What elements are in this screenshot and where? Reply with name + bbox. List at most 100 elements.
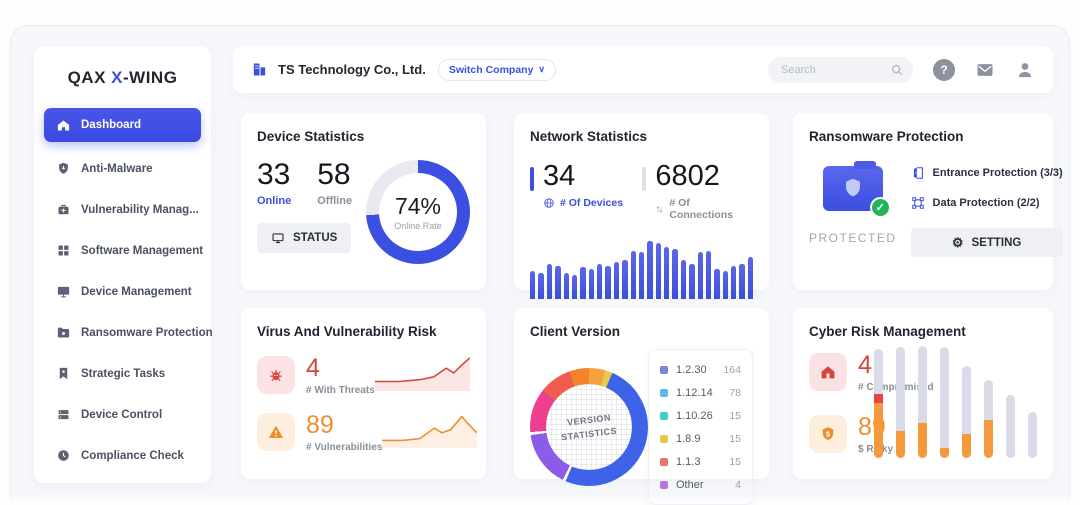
- bar: [597, 264, 602, 299]
- version-donut-center: VERSION STATISTICS: [546, 384, 632, 470]
- bar: [589, 269, 594, 299]
- shield-dollar-icon: $: [819, 425, 837, 443]
- threats-value: 4: [306, 354, 375, 383]
- stacked-bar: [984, 380, 993, 458]
- protected-label: PROTECTED: [809, 231, 897, 245]
- bar: [714, 269, 719, 299]
- legend-value: 78: [729, 387, 741, 399]
- vulnerabilities-sparkline: [382, 410, 477, 453]
- version-legend: 1.2.30 164 1.12.14 78 1.10.26 15 1.8.9151.1.31…: [648, 349, 753, 505]
- sidebar-item-device-control[interactable]: Device Control: [34, 394, 211, 435]
- stacked-bar: [896, 347, 905, 458]
- switch-company-label: Switch Company: [449, 64, 534, 76]
- sidebar-item-anti-malware[interactable]: Anti-Malware: [34, 148, 211, 189]
- mail-icon[interactable]: [975, 60, 995, 80]
- online-rate-caption: Online Rate: [394, 221, 442, 231]
- grid-icon: [56, 243, 71, 258]
- legend-row: 1.2.30 164: [660, 358, 741, 381]
- search-box: [768, 57, 913, 83]
- switch-company-button[interactable]: Switch Company ∨: [438, 59, 556, 81]
- legend-value: 164: [723, 364, 741, 376]
- bar: [530, 271, 535, 299]
- data-protection-row: Data Protection (2/2): [911, 196, 1063, 210]
- help-icon[interactable]: ?: [933, 59, 955, 81]
- connections-value: 6802: [655, 160, 753, 193]
- user-icon[interactable]: [1015, 60, 1035, 80]
- legend-label: 1.12.14: [676, 387, 713, 399]
- legend-row: Other4: [660, 473, 741, 496]
- bar: [614, 262, 619, 299]
- sidebar-item-label: Compliance Check: [81, 450, 184, 462]
- setting-button[interactable]: ⚙ SETTING: [911, 228, 1063, 257]
- bar: [748, 257, 753, 299]
- card-title: Ransomware Protection: [809, 129, 1037, 144]
- entrance-protection-label: Entrance Protection (3/3): [933, 167, 1063, 179]
- sidebar-item-vulnerability-manag[interactable]: Vulnerability Manag...: [34, 189, 211, 230]
- status-button-label: STATUS: [293, 232, 337, 244]
- search-icon[interactable]: [890, 63, 904, 77]
- monitor-icon: [271, 231, 285, 245]
- monitor-icon: [56, 284, 71, 299]
- sidebar-item-label: Dashboard: [81, 119, 141, 131]
- devices-stat: 34 # Of Devices: [530, 160, 642, 221]
- sidebar-menu: Dashboard Anti-MalwareVulnerability Manag…: [34, 108, 211, 476]
- sidebar-item-label: Ransomware Protection: [81, 327, 213, 339]
- card-title: Device Statistics: [257, 129, 470, 144]
- vulnerabilities-value: 89: [306, 411, 382, 440]
- bar: [572, 275, 577, 299]
- sidebar-item-dashboard[interactable]: Dashboard: [44, 108, 201, 142]
- bar: [639, 252, 644, 299]
- sidebar-item-label: Device Management: [81, 286, 192, 298]
- offline-label: Offline: [317, 195, 352, 207]
- sidebar-item-ransomware-protection[interactable]: Ransomware Protection: [34, 312, 211, 353]
- legend-row: 1.1.315: [660, 450, 741, 473]
- legend-label: 1.2.30: [676, 364, 707, 376]
- protected-folder-icon: ✓: [823, 166, 883, 211]
- sidebar-item-label: Strategic Tasks: [81, 368, 165, 380]
- sidebar-item-software-management[interactable]: Software Management: [34, 230, 211, 271]
- status-button[interactable]: STATUS: [257, 223, 351, 253]
- logo-x: X: [111, 68, 123, 87]
- threats-label: # With Threats: [306, 385, 375, 396]
- chevron-down-icon: ∨: [538, 64, 545, 75]
- connections-stat: 6802 ↑↓ # Of Connections: [642, 160, 753, 221]
- legend-row: 1.8.915: [660, 427, 741, 450]
- stacked-bar: [918, 346, 927, 458]
- bar: [605, 266, 610, 299]
- legend-swatch: [660, 458, 668, 466]
- connections-label: # Of Connections: [669, 197, 753, 221]
- legend-label: 1.8.9: [676, 433, 700, 445]
- sidebar-item-label: Software Management: [81, 245, 203, 257]
- bar: [664, 247, 669, 299]
- bookmark-icon: [56, 366, 71, 381]
- updown-arrows-icon: ↑↓: [655, 204, 664, 215]
- legend-swatch: [660, 412, 668, 420]
- bar: [739, 264, 744, 299]
- sidebar-item-compliance-check[interactable]: Compliance Check: [34, 435, 211, 476]
- clock-icon: [56, 448, 71, 463]
- shield-icon: [56, 161, 71, 176]
- threats-row: 4 # With Threats: [257, 353, 470, 396]
- legend-value: 4: [735, 479, 741, 491]
- version-donut-chart: VERSION STATISTICS: [530, 368, 648, 486]
- sidebar-item-strategic-tasks[interactable]: Strategic Tasks: [34, 353, 211, 394]
- stacked-bar: [1028, 412, 1037, 458]
- legend-label: 1.10.26: [676, 410, 713, 422]
- bar: [555, 266, 560, 299]
- online-rate-percent: 74%: [395, 193, 441, 220]
- folder-icon: [56, 325, 71, 340]
- risk-stacked-bar-chart: [874, 344, 1037, 458]
- gear-icon: ⚙: [952, 236, 964, 249]
- virus-icon: [267, 366, 285, 384]
- stacked-bar: [1006, 395, 1015, 458]
- card-device-statistics: Device Statistics 33 Online 58 Offline S…: [241, 113, 486, 290]
- globe-icon: [543, 197, 555, 209]
- card-cyber-risk-management: Cyber Risk Management 4 # Compromised $ …: [793, 308, 1053, 479]
- logo-text-2: -WING: [123, 68, 177, 87]
- online-value: 33: [257, 158, 291, 192]
- sidebar-item-device-management[interactable]: Device Management: [34, 271, 211, 312]
- bar: [580, 267, 585, 299]
- shield-icon: [841, 176, 865, 200]
- frame-icon: [911, 196, 925, 210]
- legend-value: 15: [729, 410, 741, 422]
